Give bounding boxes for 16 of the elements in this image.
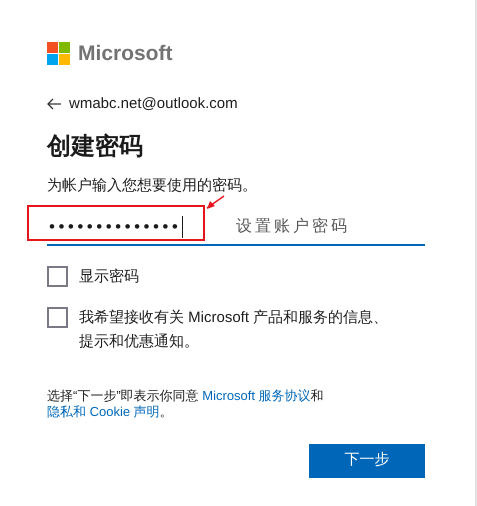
annotation-text: 设置账户密码 [236, 215, 350, 237]
legal-link[interactable]: 隐私和 Cookie 声明 [47, 404, 160, 418]
legal-text: 选择“下一步”即表示你同意 Microsoft 服务协议和 隐私和 Cookie 声明。 [47, 388, 325, 420]
logo-icon [47, 42, 71, 66]
pointer-arrow [206, 194, 226, 210]
back-arrow-icon[interactable] [47, 98, 61, 110]
brand-name: Microsoft [78, 41, 172, 67]
checkbox-label: 我希望接收有关 Microsoft 产品和服务的信息、提示和优惠通知。 [79, 308, 390, 352]
checkbox-label: 显示密码 [79, 266, 140, 286]
checkbox[interactable] [47, 266, 68, 286]
legal-link[interactable]: Microsoft 服务协议 [202, 388, 311, 402]
checkbox[interactable] [47, 306, 68, 328]
page-heading: 创建密码 [47, 132, 144, 162]
instruction-text: 为帐户输入您想要使用的密码。 [47, 176, 258, 196]
account-email: wmabc.net@outlook.com [69, 94, 238, 114]
next-button[interactable]: 下一步 [309, 444, 425, 478]
